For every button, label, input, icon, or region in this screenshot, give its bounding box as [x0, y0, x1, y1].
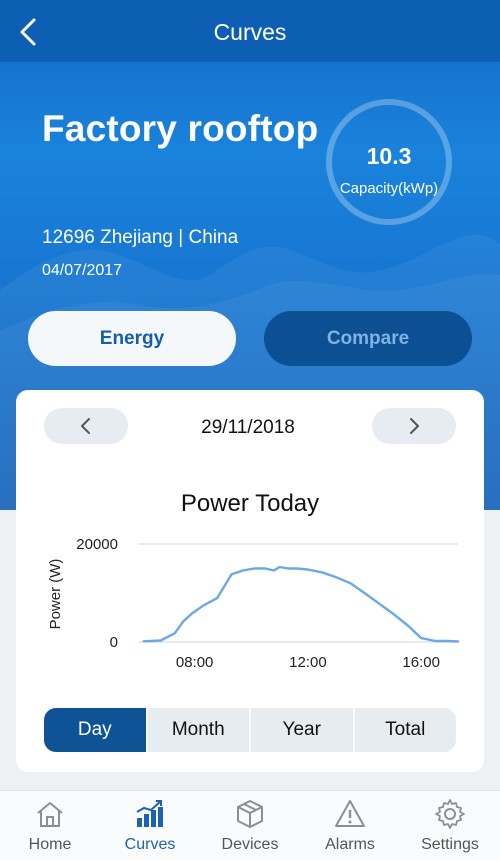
power-line-chart: 0 20000 08:00 12:00 16:00 Power (W): [47, 536, 460, 671]
x-tick-label: 12:00: [289, 654, 327, 671]
bottom-navigation: Home Curves Devices Alarms Settings: [0, 790, 500, 860]
chart-card: 29/11/2018 Power Today 0 20000 08:00 12:00…: [16, 390, 484, 772]
nav-label: Devices: [221, 836, 279, 853]
previous-date-button[interactable]: [44, 408, 128, 444]
y-tick-label: 0: [110, 634, 118, 651]
alarm-warning-icon: [335, 800, 365, 827]
nav-label: Home: [28, 836, 72, 853]
range-tab-month[interactable]: Month: [145, 708, 250, 752]
nav-label: Settings: [421, 836, 479, 853]
range-tabs: Day Month Year Total: [44, 708, 456, 752]
x-tick-label: 16:00: [402, 654, 440, 671]
chart-title: Power Today: [180, 490, 320, 517]
range-tab-year[interactable]: Year: [249, 708, 353, 752]
capacity-value: 10.3: [366, 143, 412, 169]
energy-tab-button[interactable]: Energy: [28, 311, 236, 366]
nav-item-curves[interactable]: Curves: [100, 791, 200, 860]
nav-item-alarms[interactable]: Alarms: [300, 791, 400, 860]
y-tick-label: 20000: [76, 536, 118, 553]
page-title: Curves: [213, 19, 287, 45]
curves-chart-icon: [136, 800, 163, 827]
nav-item-home[interactable]: Home: [0, 791, 100, 860]
selected-date: 29/11/2018: [201, 417, 295, 438]
settings-gear-icon: [435, 799, 465, 829]
nav-label: Alarms: [325, 836, 375, 853]
chevron-left-icon: [81, 418, 90, 434]
next-date-button[interactable]: [372, 408, 456, 444]
home-icon: [37, 802, 63, 827]
y-axis-label: Power (W): [47, 559, 64, 630]
capacity-ring: 10.3 Capacity(kWp): [326, 99, 452, 225]
range-tab-total[interactable]: Total: [352, 708, 457, 752]
range-tab-day[interactable]: Day: [44, 708, 146, 752]
site-name: Factory rooftop: [42, 108, 319, 149]
power-series-line: [142, 565, 460, 643]
top-bar: Curves: [0, 0, 500, 62]
compare-tab-button[interactable]: Compare: [264, 311, 472, 366]
nav-item-devices[interactable]: Devices: [200, 791, 300, 860]
site-install-date: 04/07/2017: [42, 262, 123, 279]
devices-box-icon: [237, 800, 263, 828]
site-location: 12696 Zhejiang | China: [42, 227, 239, 248]
chevron-right-icon: [410, 418, 419, 434]
nav-label: Curves: [124, 836, 176, 853]
nav-item-settings[interactable]: Settings: [400, 791, 500, 860]
x-tick-label: 08:00: [176, 654, 214, 671]
capacity-label: Capacity(kWp): [339, 180, 439, 197]
